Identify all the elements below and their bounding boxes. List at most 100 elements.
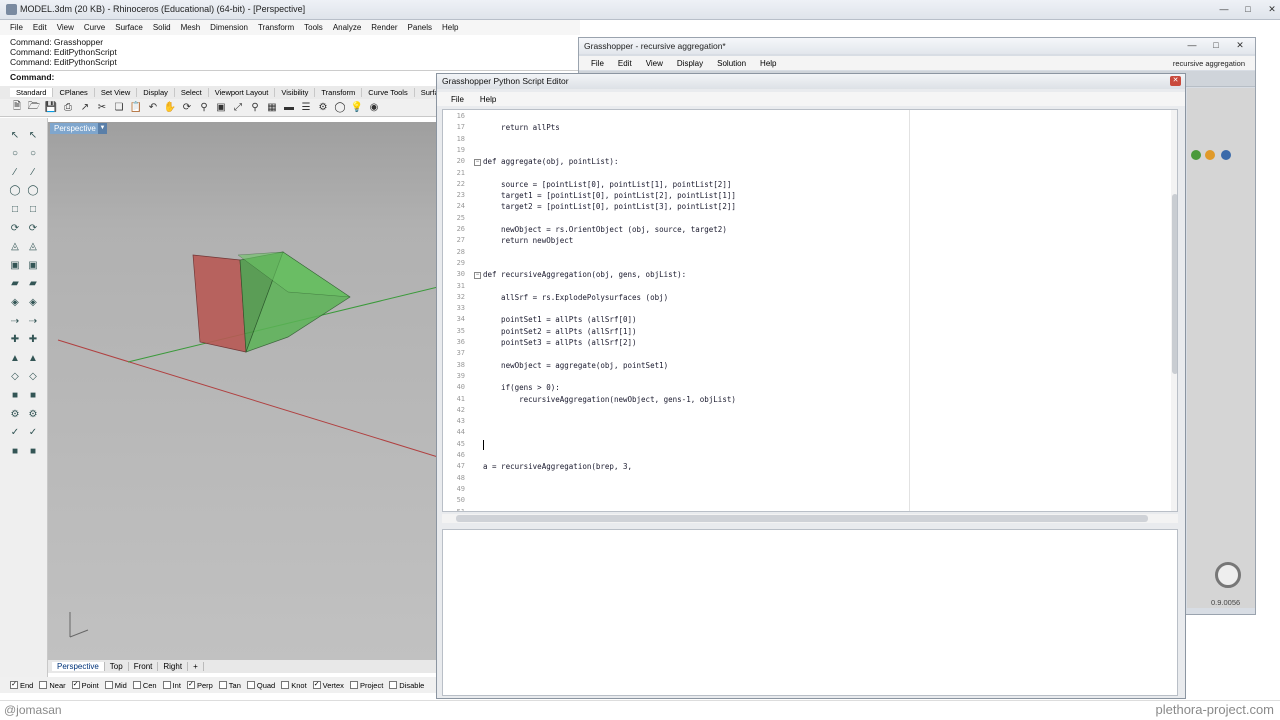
- loft-icon[interactable]: ◇: [26, 370, 40, 384]
- osnap-end[interactable]: ✓ End: [10, 681, 33, 690]
- close-icon[interactable]: ✕: [1170, 76, 1181, 86]
- transform-icon[interactable]: ✚: [26, 333, 40, 347]
- zoom-extents-icon[interactable]: ⤢: [231, 101, 245, 115]
- viewport-title[interactable]: Perspective: [50, 123, 100, 134]
- code-line[interactable]: [483, 417, 501, 426]
- code-line[interactable]: if(gens > 0):: [483, 383, 560, 392]
- osnap-checkbox[interactable]: [104, 681, 113, 689]
- extrude-icon[interactable]: ⇢: [8, 314, 22, 328]
- pan-hand-icon[interactable]: ✋: [163, 101, 177, 115]
- menu-solid[interactable]: Solid: [153, 23, 171, 32]
- zoom-selected-icon[interactable]: ⚲: [248, 101, 262, 115]
- viewport-tab-perspective[interactable]: Perspective: [52, 662, 105, 671]
- menu-dimension[interactable]: Dimension: [210, 23, 248, 32]
- vertical-scrollbar[interactable]: [1171, 110, 1177, 511]
- menu-render[interactable]: Render: [371, 23, 397, 32]
- osnap-int[interactable]: Int: [162, 681, 181, 690]
- minimize-icon[interactable]: —: [1215, 3, 1233, 16]
- osnap-point[interactable]: ✓ Point: [71, 681, 99, 690]
- code-line[interactable]: def recursiveAggregation(obj, gens, objL…: [483, 270, 686, 279]
- transform-icon[interactable]: ✚: [8, 333, 22, 347]
- mesh-icon[interactable]: ■: [8, 388, 22, 402]
- gh-document-name[interactable]: recursive aggregation: [1173, 59, 1245, 68]
- code-line[interactable]: recursiveAggregation(newObject, gens-1, …: [483, 395, 736, 404]
- code-line[interactable]: [483, 214, 501, 223]
- code-line[interactable]: [483, 349, 501, 358]
- code-line[interactable]: allSrf = rs.ExplodePolysurfaces (obj): [483, 293, 668, 302]
- code-line[interactable]: [483, 248, 501, 257]
- polygon-icon[interactable]: ◬: [26, 240, 40, 254]
- osnap-checkbox[interactable]: [281, 681, 290, 689]
- select-icon[interactable]: ↖: [26, 128, 40, 142]
- menu-transform[interactable]: Transform: [258, 23, 294, 32]
- box-icon[interactable]: ▰: [26, 277, 40, 291]
- code-editor[interactable]: 16 17 18 19 20 21 22 23 24 25 26 27 28 29 30 31 32 33 34 35…: [442, 109, 1178, 512]
- osnap-checkbox[interactable]: ✓: [186, 681, 195, 689]
- osnap-checkbox[interactable]: [218, 681, 227, 689]
- gh-menu-edit[interactable]: Edit: [618, 59, 632, 68]
- navigation-dial-icon[interactable]: [1215, 562, 1241, 588]
- code-line[interactable]: [483, 304, 501, 313]
- osnap-quad[interactable]: Quad: [246, 681, 275, 690]
- code-line[interactable]: a = recursiveAggregation(brep, 3,: [483, 462, 632, 471]
- rotate-view-icon[interactable]: ⟳: [180, 101, 194, 115]
- shaded-preview-icon[interactable]: [1205, 150, 1215, 160]
- osnap-checkbox[interactable]: [246, 681, 255, 689]
- maximize-icon[interactable]: □: [1207, 39, 1225, 52]
- osnap-project[interactable]: Project: [349, 681, 383, 690]
- gh-menu-display[interactable]: Display: [677, 59, 703, 68]
- osnap-tan[interactable]: Tan: [218, 681, 241, 690]
- check-icon[interactable]: ✓: [8, 426, 22, 440]
- menu-edit[interactable]: Edit: [33, 23, 47, 32]
- tab-set-view[interactable]: Set View: [95, 88, 138, 97]
- analysis-icon[interactable]: ⚙: [8, 407, 22, 421]
- display-mode-icon[interactable]: [1221, 150, 1231, 160]
- code-line[interactable]: pointSet1 = allPts (allSrf[0]): [483, 315, 636, 324]
- tab-viewport-layout[interactable]: Viewport Layout: [209, 88, 276, 97]
- maximize-icon[interactable]: □: [1239, 3, 1257, 16]
- tab-display[interactable]: Display: [137, 88, 175, 97]
- render-icon[interactable]: ◯: [333, 101, 347, 115]
- surface-icon[interactable]: ▣: [26, 258, 40, 272]
- tab-curve-tools[interactable]: Curve Tools: [362, 88, 415, 97]
- zoom-icon[interactable]: ⚲: [197, 101, 211, 115]
- menu-mesh[interactable]: Mesh: [181, 23, 201, 32]
- horizontal-scroll-thumb[interactable]: [456, 515, 1148, 522]
- sphere-icon[interactable]: ◈: [8, 295, 22, 309]
- osnap-checkbox[interactable]: [389, 681, 398, 689]
- render-tool-icon[interactable]: ■: [26, 444, 40, 458]
- close-icon[interactable]: ✕: [1231, 39, 1249, 52]
- paste-icon[interactable]: 📋: [129, 101, 143, 115]
- code-line[interactable]: newObject = rs.OrientObject (obj, source…: [483, 225, 727, 234]
- menu-surface[interactable]: Surface: [115, 23, 143, 32]
- osnap-disable[interactable]: Disable: [389, 681, 424, 690]
- osnap-checkbox[interactable]: ✓: [71, 681, 80, 689]
- code-line[interactable]: def aggregate(obj, pointList):: [483, 157, 618, 166]
- code-line[interactable]: [483, 406, 501, 415]
- menu-panels[interactable]: Panels: [408, 23, 432, 32]
- gh-menu-solution[interactable]: Solution: [717, 59, 746, 68]
- arc-icon[interactable]: ⟳: [8, 221, 22, 235]
- editor-menu-file[interactable]: File: [451, 95, 464, 104]
- point-icon[interactable]: ○: [26, 147, 40, 161]
- cone-icon[interactable]: ▲: [8, 351, 22, 365]
- menu-view[interactable]: View: [57, 23, 74, 32]
- circle-icon[interactable]: ◯: [26, 184, 40, 198]
- analysis-icon[interactable]: ⚙: [26, 407, 40, 421]
- horizontal-scrollbar[interactable]: [442, 514, 1178, 523]
- menu-analyze[interactable]: Analyze: [333, 23, 361, 32]
- osnap-checkbox[interactable]: [132, 681, 141, 689]
- code-line[interactable]: target2 = [pointList[0], pointList[3], p…: [483, 202, 736, 211]
- layers-icon[interactable]: ☰: [299, 101, 313, 115]
- viewport-layout-icon[interactable]: ▦: [265, 101, 279, 115]
- gh-menu-help[interactable]: Help: [760, 59, 776, 68]
- export-icon[interactable]: ↗: [78, 101, 92, 115]
- viewport-tab-right[interactable]: Right: [158, 662, 189, 671]
- save-icon[interactable]: 💾: [44, 101, 58, 115]
- perspective-viewport[interactable]: [48, 122, 438, 660]
- line-icon[interactable]: ∕: [8, 165, 22, 179]
- tab-standard[interactable]: Standard: [10, 88, 54, 97]
- cut-icon[interactable]: ✂: [95, 101, 109, 115]
- osnap-vertex[interactable]: ✓ Vertex: [312, 681, 344, 690]
- code-line[interactable]: return newObject: [483, 236, 573, 245]
